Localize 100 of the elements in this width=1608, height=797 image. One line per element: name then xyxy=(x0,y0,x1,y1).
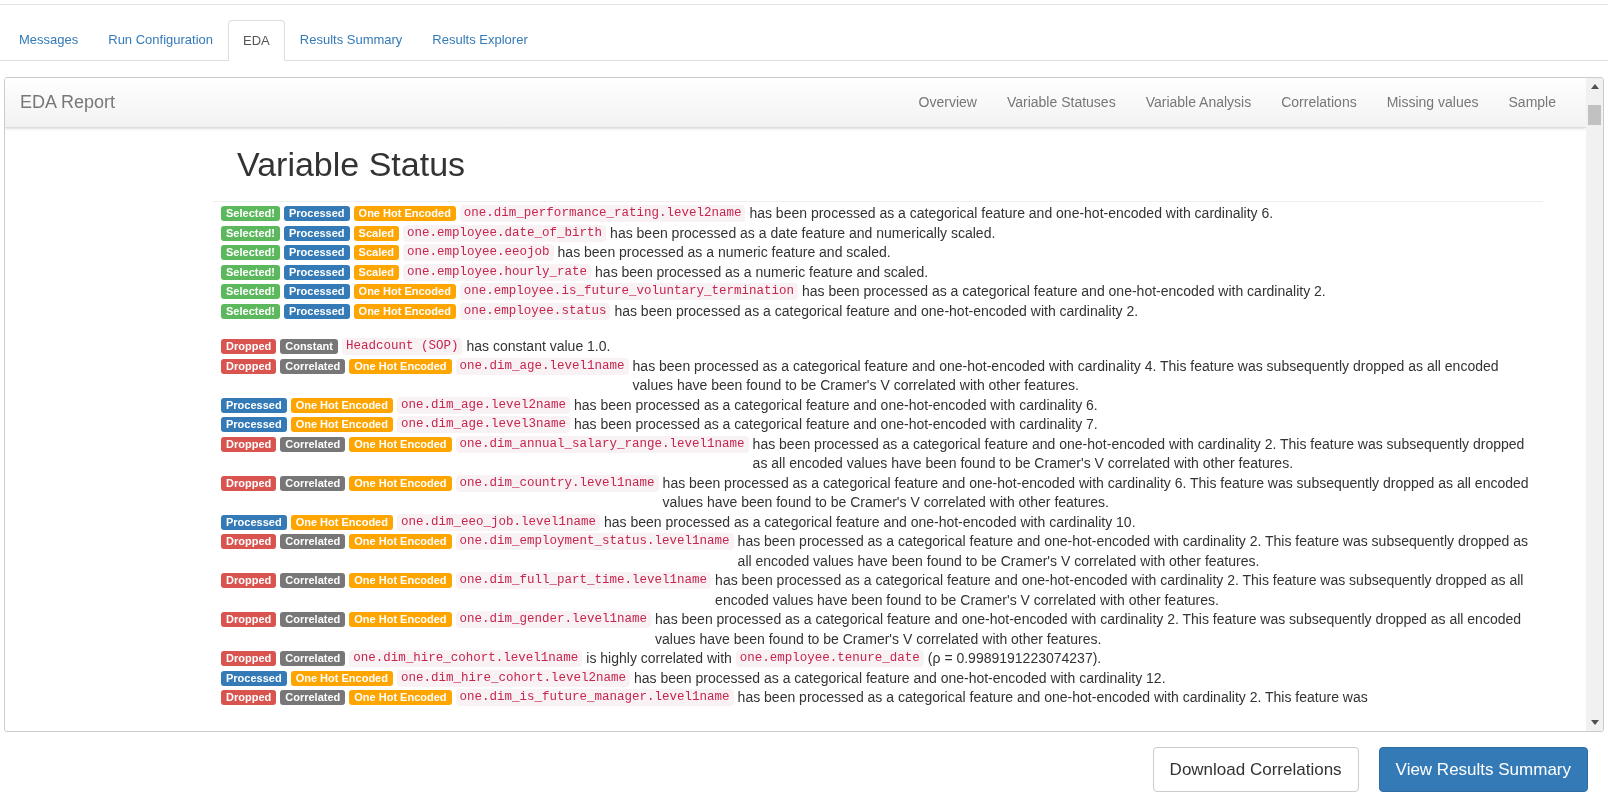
tab[interactable]: Run Configuration xyxy=(93,19,229,60)
status-badge: Correlated xyxy=(280,358,346,374)
status-badge: Processed xyxy=(283,225,350,241)
status-text: has been processed as a categorical feature and one-hot-encoded with cardinality 10. xyxy=(604,512,1136,532)
scrollbar[interactable] xyxy=(1586,78,1603,731)
status-badge: One Hot Encoded xyxy=(290,397,393,413)
variable-name: one.dim_annual_salary_range.level1name xyxy=(455,435,749,453)
status-text: has been processed as a categorical feature and one-hot-encoded with cardinality 2. This feature was subsequently dropped as all encoded values have been found to be Cramer's V correlated with other features. xyxy=(655,610,1523,649)
status-badge: One Hot Encoded xyxy=(290,514,393,530)
status-badge: Selected! xyxy=(221,245,280,261)
scroll-down-icon[interactable] xyxy=(1590,720,1599,725)
scroll-thumb[interactable] xyxy=(1588,105,1601,125)
status-text: has been processed as a numeric feature and scaled. xyxy=(557,243,891,263)
status-text: has been processed as a categorical feature and one-hot-encoded with cardinality 6. xyxy=(749,204,1274,224)
status-badge: Dropped xyxy=(221,436,277,452)
status-text: (ρ = 0.9989191223074237). xyxy=(927,649,1102,669)
status-text: has been processed as a categorical feature and one-hot-encoded with cardinality 12. xyxy=(634,668,1166,688)
status-text: has been processed as a categorical feature and one-hot-encoded with cardinality 2. This feature was subsequently dropped as all encoded values have been found to be Cramer's V correlated with other features. xyxy=(715,571,1525,610)
status-badge: Selected! xyxy=(221,225,280,241)
section-heading: Variable Status xyxy=(237,146,467,184)
status-badge: Dropped xyxy=(221,612,277,628)
variable-name: one.dim_country.level1name xyxy=(455,474,659,492)
variable-name: one.dim_age.level1name xyxy=(455,357,629,375)
variable-name: one.dim_age.level3name xyxy=(396,416,570,434)
status-badge: Selected! xyxy=(221,264,280,280)
status-badge: One Hot Encoded xyxy=(349,690,452,706)
action-button[interactable]: Download Correlations xyxy=(1152,747,1359,792)
status-badge: Processed xyxy=(221,417,287,433)
status-badge: Correlated xyxy=(280,475,346,491)
tab[interactable]: EDA xyxy=(228,20,285,61)
status-badge: One Hot Encoded xyxy=(349,358,452,374)
variable-name: one.employee.status xyxy=(459,302,611,320)
status-badge: Dropped xyxy=(221,651,277,667)
status-badge: Dropped xyxy=(221,534,277,550)
variable-name: one.employee.tenure_date xyxy=(735,650,924,668)
status-badge: Correlated xyxy=(280,436,346,452)
nav-link[interactable]: Correlations xyxy=(1281,92,1357,113)
status-badge: One Hot Encoded xyxy=(353,284,456,300)
status-text: has been processed as a date feature and numerically scaled. xyxy=(610,223,996,243)
nav-link[interactable]: Missing values xyxy=(1386,92,1479,113)
tab[interactable]: Results Summary xyxy=(284,19,418,60)
status-badge: Selected! xyxy=(221,206,280,222)
tab[interactable]: Results Explorer xyxy=(417,19,543,60)
status-badge: One Hot Encoded xyxy=(353,206,456,222)
status-badge: One Hot Encoded xyxy=(353,303,456,319)
status-text: has constant value 1.0. xyxy=(466,337,611,357)
status-badge: Selected! xyxy=(221,284,280,300)
variable-name: one.dim_full_part_time.level1name xyxy=(455,572,712,590)
nav-link[interactable]: Variable Analysis xyxy=(1145,92,1252,113)
status-badge: Correlated xyxy=(280,612,346,628)
nav-link[interactable]: Variable Statuses xyxy=(1006,92,1116,113)
variable-name: one.dim_is_future_manager.level1name xyxy=(455,689,734,707)
status-text: has been processed as a categorical feature and one-hot-encoded with cardinality 2. xyxy=(614,301,1139,321)
status-badge: Processed xyxy=(221,514,287,530)
status-badge: One Hot Encoded xyxy=(349,612,452,628)
action-button[interactable]: View Results Summary xyxy=(1378,747,1588,792)
status-badge: One Hot Encoded xyxy=(349,573,452,589)
nav-link[interactable]: Overview xyxy=(918,92,977,113)
status-badge: Dropped xyxy=(221,690,277,706)
variable-name: Headcount (SOP) xyxy=(341,338,463,356)
tab[interactable]: Messages xyxy=(4,19,94,60)
status-badge: One Hot Encoded xyxy=(290,417,393,433)
status-text: has been processed as a numeric feature and scaled. xyxy=(595,262,929,282)
status-badge: Processed xyxy=(221,397,287,413)
status-badge: Processed xyxy=(221,670,287,686)
status-text: has been processed as a categorical feature and one-hot-encoded with cardinality 6. This feature was subsequently dropped as all encoded values have been found to be Cramer's V correlated with other features. xyxy=(662,473,1530,513)
variable-name: one.dim_performance_rating.level2name xyxy=(459,205,746,223)
status-badge: Correlated xyxy=(280,573,346,589)
variable-name: one.dim_eeo_job.level1name xyxy=(396,513,600,531)
status-text: has been processed as a categorical feature and one-hot-encoded with cardinality 2. This feature was subsequently dropped as all encoded values have been found to be Cramer's V correlated with other features. xyxy=(737,532,1530,571)
status-badge: Correlated xyxy=(280,690,346,706)
status-badge: Processed xyxy=(283,264,350,280)
status-badge: Dropped xyxy=(221,339,277,355)
status-badge: Constant xyxy=(280,339,338,355)
variable-name: one.employee.hourly_rate xyxy=(403,263,592,281)
status-text: has been processed as a categorical feature and one-hot-encoded with cardinality 2. This feature was subsequently dropped as all encoded values have been found to be Cramer's V correlated with other features. xyxy=(752,434,1526,474)
status-text: is highly correlated with xyxy=(586,649,732,669)
status-text: has been processed as a categorical feature and one-hot-encoded with cardinality 7. xyxy=(573,415,1098,435)
variable-name: one.employee.is_future_voluntary_termination xyxy=(459,283,798,301)
status-badge: Dropped xyxy=(221,475,277,491)
variable-name: one.dim_gender.level1name xyxy=(455,611,652,629)
variable-name: one.dim_hire_cohort.level2name xyxy=(396,669,630,687)
status-badge: One Hot Encoded xyxy=(349,475,452,491)
status-badge: Processed xyxy=(283,284,350,300)
status-badge: Processed xyxy=(283,245,350,261)
status-badge: Dropped xyxy=(221,358,277,374)
status-badge: Processed xyxy=(283,303,350,319)
variable-name: one.dim_employment_status.level1name xyxy=(455,533,734,551)
scroll-up-icon[interactable] xyxy=(1590,84,1599,89)
status-badge: Scaled xyxy=(353,264,400,280)
status-badge: Processed xyxy=(283,206,350,222)
status-badge: Correlated xyxy=(280,534,346,550)
status-text: has been processed as a categorical feature and one-hot-encoded with cardinality 4. This feature was subsequently dropped as all encoded values have been found to be Cramer's V correlated with other features. xyxy=(632,356,1500,396)
status-badge: One Hot Encoded xyxy=(290,670,393,686)
variable-name: one.employee.eeojob xyxy=(403,244,554,262)
status-badge: Correlated xyxy=(280,651,346,667)
nav-link[interactable]: Sample xyxy=(1508,92,1556,113)
status-badge: One Hot Encoded xyxy=(349,534,452,550)
status-badge: Scaled xyxy=(353,245,400,261)
status-text: has been processed as a categorical feature and one-hot-encoded with cardinality 2. xyxy=(801,282,1326,302)
